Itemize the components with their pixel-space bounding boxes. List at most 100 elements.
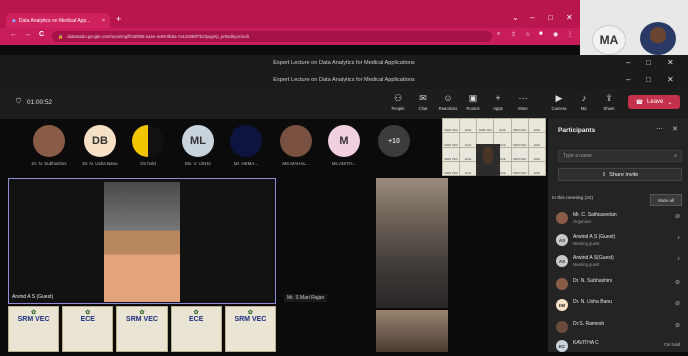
roster-tile[interactable]: Mr. HEMA... xyxy=(225,125,267,166)
address-bar[interactable]: 🔒 datastudio.google.com/reporting/fb16f0… xyxy=(52,31,492,42)
presenter-video-thumb xyxy=(476,144,500,176)
mic-muted-icon: ⊘ xyxy=(674,280,680,286)
roster-tile[interactable]: Dr. N. Subhashini xyxy=(28,125,70,166)
roster-name: Mr. HEMA... xyxy=(233,161,259,166)
teams-close-button-1[interactable]: ✕ xyxy=(667,58,674,67)
teams-maximize-button-2[interactable]: □ xyxy=(646,75,651,84)
bookmark-star-icon[interactable]: ☆ xyxy=(525,31,530,38)
participant-name: Dr. N. Subhashini xyxy=(573,278,612,284)
roster-avatar xyxy=(132,125,164,157)
toolbar-camera-button[interactable]: ▶ Camera xyxy=(547,93,571,111)
roster-name: Ms.ADITH... xyxy=(331,161,357,166)
teams-window-bar-2: Expert Lecture on Data Analytics for Med… xyxy=(0,72,688,89)
roster-tile[interactable]: M Ms.ADITH... xyxy=(323,125,365,166)
toolbar-mic-button[interactable]: ♪ Mic xyxy=(572,93,596,111)
in-meeting-count[interactable]: In this meeting (22) xyxy=(552,196,593,201)
reactions-icon: ☺ xyxy=(443,93,453,103)
toolbar-more-button[interactable]: ⋯ More xyxy=(511,93,535,111)
banner: ✿ SRM VEC xyxy=(8,306,60,352)
teams-window-title-1: Expert Lecture on Data Analytics for Med… xyxy=(273,60,415,66)
participant-avatar: AS xyxy=(556,255,568,267)
college-logo-icon: ✿ xyxy=(31,310,37,316)
browser-tab[interactable]: ◆ Data Analytics on Medical App... × xyxy=(6,13,110,28)
roster-tile[interactable]: ML Ms. V. USHA xyxy=(177,125,219,166)
toolbar-apps-button[interactable]: + Apps xyxy=(486,93,510,111)
roster-tile[interactable]: On hold xyxy=(127,125,169,166)
banner: ✿ SRM VEC xyxy=(224,306,276,352)
grid-cell: ECE xyxy=(528,133,545,147)
banner-strip: ✿ SRM VEC ✿ ECE ✿ SRM VEC ✿ ECE ✿ SRM VEC xyxy=(8,306,276,352)
banner: ✿ SRM VEC xyxy=(116,306,168,352)
secondary-video-tile[interactable] xyxy=(376,178,448,308)
new-tab-button[interactable]: + xyxy=(116,14,121,24)
toolbar-reactions-button[interactable]: ☺ Reactions xyxy=(436,93,460,111)
window-maximize-button[interactable]: □ xyxy=(548,13,553,22)
tab-close-icon[interactable]: × xyxy=(102,18,105,24)
participant-search-input[interactable]: Type a name ⌕ xyxy=(558,150,682,162)
participant-row[interactable]: Dr. N. Subhashini ⊘ xyxy=(556,276,686,294)
teams-window-title-2: Expert Lecture on Data Analytics for Med… xyxy=(273,77,415,83)
mic-icon: ♪ xyxy=(581,93,587,103)
participant-name: Dr.S. Ramesh xyxy=(573,321,605,327)
back-button[interactable]: ← xyxy=(10,31,17,38)
window-minimize-button[interactable]: – xyxy=(530,13,534,22)
extension-icon[interactable]: ■ xyxy=(539,31,543,37)
grid-cell: SRM VEC xyxy=(511,133,528,147)
speaker-video xyxy=(104,182,180,302)
tab-search-icon[interactable]: ⌄ xyxy=(512,13,519,22)
grid-cell: SRM VEC xyxy=(443,133,460,147)
panel-more-icon[interactable]: ⋯ xyxy=(656,125,663,133)
teams-minimize-button-1[interactable]: – xyxy=(626,58,630,67)
banner: ✿ ECE xyxy=(170,306,222,352)
search-icon[interactable]: ⌕ xyxy=(497,31,500,38)
participant-avatar: KC xyxy=(556,340,568,352)
forward-button[interactable]: → xyxy=(24,31,31,38)
avatar-ma[interactable]: MA xyxy=(592,25,626,55)
toolbar-rooms-button[interactable]: ▣ Rooms xyxy=(461,93,485,111)
roster-overflow[interactable]: +10 xyxy=(373,125,415,157)
mute-all-button[interactable]: Mute all xyxy=(650,194,682,206)
college-logo-icon: ✿ xyxy=(193,310,199,316)
roster-tile[interactable]: DB Dr. N. Usha Banu xyxy=(79,125,121,166)
roster-avatar xyxy=(230,125,262,157)
panel-close-icon[interactable]: ✕ xyxy=(672,125,678,133)
college-logo-icon: ✿ xyxy=(139,310,145,316)
mic-muted-icon: ⊘ xyxy=(674,323,680,329)
toolbar-chat-button[interactable]: ✉ Chat xyxy=(411,93,435,111)
teams-close-button-2[interactable]: ✕ xyxy=(667,75,674,84)
teams-minimize-button-2[interactable]: – xyxy=(626,75,630,84)
participant-row[interactable]: KC KAVITHA C On hold xyxy=(556,338,686,356)
grid-cell: ECE xyxy=(494,119,511,133)
toolbar-label: Chat xyxy=(418,106,428,111)
participant-row[interactable]: Dr.S. Ramesh ⊘ xyxy=(556,319,686,337)
participant-row[interactable]: AS Arwind A S(Guest) Meeting guest ♪ xyxy=(556,253,686,271)
participant-avatar: AS xyxy=(556,234,568,246)
chat-icon: ✉ xyxy=(419,93,427,103)
participant-status: On hold xyxy=(664,342,680,347)
roster-name: On hold xyxy=(140,161,156,166)
reload-button[interactable]: C xyxy=(39,31,44,38)
shield-icon: ⛉ xyxy=(16,98,21,105)
main-video-label: Arvind A S (Guest) xyxy=(12,294,54,300)
toolbar-share-button[interactable]: ⇪ Share xyxy=(597,93,621,111)
avatar-photo[interactable] xyxy=(640,22,676,55)
grid-cell: ECE xyxy=(528,161,545,175)
participant-row[interactable]: DB Dr. N. Usha Banu ⊘ xyxy=(556,297,686,315)
share-page-icon[interactable]: ⇪ xyxy=(511,31,516,38)
participant-row[interactable]: Mr. C. Sathiaseelan Organizer ⊘ xyxy=(556,210,686,228)
share-invite-button[interactable]: ⇪ Share invite xyxy=(558,168,682,181)
search-placeholder: Type a name xyxy=(563,153,592,159)
chevron-down-icon[interactable]: ⌄ xyxy=(667,99,672,106)
teams-maximize-button-1[interactable]: □ xyxy=(646,58,651,67)
menu-dots-icon[interactable]: ⋮ xyxy=(567,31,573,38)
participant-row[interactable]: AS Arwind A S (Guest) Meeting guest ♪ xyxy=(556,232,686,250)
toolbar-people-button[interactable]: ⚇ People xyxy=(386,93,410,111)
profile-icon[interactable]: ◉ xyxy=(553,31,558,38)
window-close-button[interactable]: ✕ xyxy=(566,13,573,22)
leave-button[interactable]: ☎ Leave ⌄ xyxy=(628,95,680,109)
grid-cell: ECE xyxy=(460,133,477,147)
third-video-tile[interactable] xyxy=(376,310,448,352)
roster-name: MS.MAHAL... xyxy=(282,161,310,166)
roster-tile[interactable]: MS.MAHAL... xyxy=(275,125,317,166)
banner-text: SRM VEC xyxy=(126,316,158,323)
